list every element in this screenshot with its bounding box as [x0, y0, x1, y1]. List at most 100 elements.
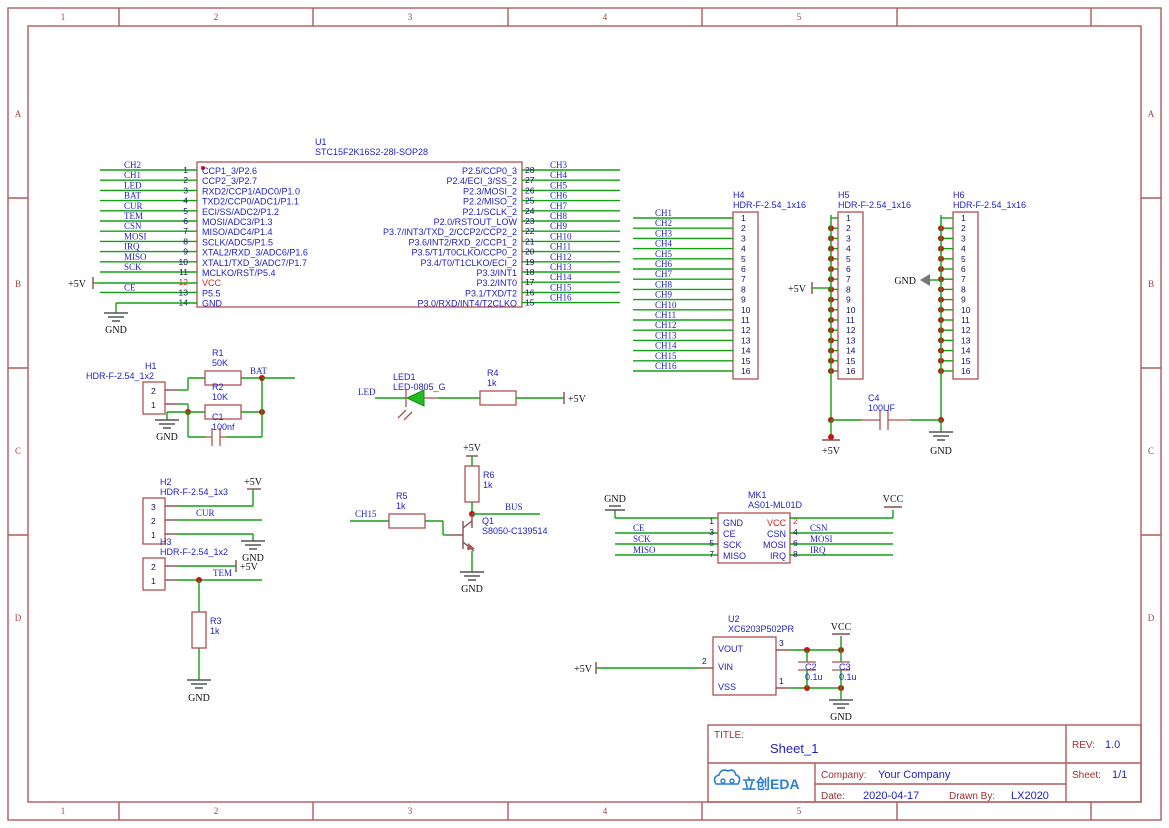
u1-right-net-label: CH7 — [550, 201, 568, 211]
u1-left-net-label: CH2 — [124, 160, 141, 170]
h5-pin-number: 12 — [846, 325, 856, 335]
u1-right-pin-name: P2.0/RSTOUT_LOW — [434, 217, 518, 227]
h5-rail-label: +5V — [822, 446, 841, 457]
h4-net-label: CH9 — [655, 290, 673, 300]
mk1-left-net-label: SCK — [633, 534, 651, 544]
mk1-right-pin-number: 4 — [793, 527, 798, 537]
component-r4-resistor[interactable]: R4 1k +5V — [479, 368, 587, 406]
frame-col-bot-2: 2 — [214, 806, 219, 816]
frame-col-top-1: 1 — [61, 12, 66, 22]
u1-right-net-label: CH6 — [550, 191, 568, 201]
h6-pin-number: 3 — [961, 233, 966, 243]
h4-net-label: CH10 — [655, 300, 677, 310]
h6-pin-number: 10 — [961, 305, 971, 315]
mk1-right-net-label: MOSI — [810, 534, 833, 544]
frame-row-left-A: A — [15, 109, 22, 119]
c3-value: 0.1u — [839, 672, 857, 682]
sheet-value: 1/1 — [1112, 769, 1127, 781]
u1-right-pin-number: 28 — [525, 165, 535, 175]
mk1-left-pin-name: CE — [723, 529, 736, 539]
u2-part: XC6203P502PR — [728, 624, 795, 634]
h6-pin-number: 2 — [961, 223, 966, 233]
component-led1[interactable]: LED LED1 LED-0805_G — [358, 372, 480, 421]
led1-part: LED-0805_G — [393, 382, 446, 392]
c2-value: 0.1u — [805, 672, 823, 682]
mk1-left-net-label: MISO — [633, 545, 656, 555]
mk1-right-net-label: CSN — [810, 523, 828, 533]
component-r5-resistor[interactable]: CH15 R5 1k — [350, 491, 449, 536]
u1-right-pin-number: 22 — [525, 226, 535, 236]
component-c3-cap[interactable]: C3 0.1u — [832, 650, 857, 688]
component-r1-resistor[interactable]: R1 50K — [204, 348, 242, 386]
h4-pin-number: 2 — [741, 223, 746, 233]
rev-value: 1.0 — [1105, 739, 1120, 751]
u1-left-pin-number: 3 — [183, 185, 188, 195]
u1-left-pin-number: 2 — [183, 175, 188, 185]
u1-left-pin-name: MOSI/ADC3/P1.3 — [202, 217, 273, 227]
u1-right-pin-name: P2.4/ECI_3/SS_2 — [446, 176, 517, 186]
h6-pin-number: 1 — [961, 213, 966, 223]
component-h3-header[interactable]: H3 HDR-F-2.54_1x2 2 1 — [142, 537, 228, 591]
mk1-right-pin-name: IRQ — [770, 551, 786, 561]
h5-pin-number: 8 — [846, 284, 851, 294]
h5-pin-number: 3 — [846, 233, 851, 243]
u1-right-pin-number: 23 — [525, 216, 535, 226]
u1-right-pin-name: P2.5/CCP0_3 — [462, 166, 517, 176]
u1-right-pin-name: P2.3/MOSI_2 — [463, 186, 517, 196]
u1-right-pin-number: 25 — [525, 196, 535, 206]
u1-right-pin-number: 21 — [525, 236, 535, 246]
mk1-vcc-port-label: VCC — [883, 494, 904, 505]
title-value: Sheet_1 — [770, 741, 818, 756]
r3-ref: R3 — [210, 616, 222, 626]
u1-left-pin-number: 10 — [179, 257, 189, 267]
u1-right-net-label: CH3 — [550, 160, 568, 170]
component-c2-cap[interactable]: C2 0.1u — [798, 650, 823, 688]
u2-pinno-3: 3 — [779, 638, 784, 648]
h5-pin-number: 14 — [846, 346, 856, 356]
sheet-key: Sheet: — [1072, 770, 1101, 781]
h4-pin-number: 1 — [741, 213, 746, 223]
u1-left-net-label: CE — [124, 282, 136, 292]
c4-value: 100UF — [868, 403, 896, 413]
u1-right-pin-number: 26 — [525, 185, 535, 195]
u1-part: STC15F2K16S2-28I-SOP28 — [315, 147, 428, 157]
u1-left-pin-number: 5 — [183, 206, 188, 216]
component-q1-transistor[interactable]: +5V R6 1k BUS Q1 S8050-C139514 GND — [449, 443, 548, 595]
h4-pin-number: 3 — [741, 233, 746, 243]
u1-right-net-label: CH12 — [550, 252, 572, 262]
u1-left-net-label: CUR — [124, 201, 143, 211]
h5-pin-number: 10 — [846, 305, 856, 315]
h6-pin-number: 11 — [961, 315, 970, 325]
u1-right-net-label: CH15 — [550, 282, 572, 292]
frame-row-right-C: C — [1148, 446, 1154, 456]
h3-nets: +5V TEM GND — [178, 560, 262, 704]
h5-pin-number: 16 — [846, 366, 856, 376]
h6-pin-number: 16 — [961, 366, 971, 376]
frame-col-bot-3: 3 — [408, 806, 413, 816]
mk1-gnd-port-label: GND — [604, 494, 626, 505]
u2-pinno-2: 2 — [702, 656, 707, 666]
component-r3-resistor[interactable]: R3 1k — [191, 611, 222, 649]
h4-net-label: CH1 — [655, 208, 672, 218]
h4-pin-number: 8 — [741, 284, 746, 294]
u1-left-pin-number: 7 — [183, 226, 188, 236]
u2-in-port-label: +5V — [574, 664, 593, 675]
u1-right-pin-number: 18 — [525, 267, 535, 277]
r3-gnd-label: GND — [188, 693, 210, 704]
h1-pin-1: 1 — [151, 400, 156, 410]
h4-pin-number: 13 — [741, 335, 751, 345]
component-c4-cap[interactable]: C4 100UF — [831, 393, 941, 430]
c1-value: 100nf — [212, 422, 235, 432]
u1-left-pin-name: MCLKO/RST/P5.4 — [202, 268, 276, 278]
u1-vcc-port-label: +5V — [68, 279, 87, 290]
h4-pin-number: 4 — [741, 244, 746, 254]
component-u2-regulator[interactable]: U2 XC6203P502PR VOUT VIN VSS 3 2 1 — [700, 614, 795, 696]
component-h1-header[interactable]: H1 HDR-F-2.54_1x2 2 1 — [86, 361, 178, 415]
u1-left-pin-number: 4 — [183, 196, 188, 206]
u1-right-pin-name: P3.7/INT3/TXD_2/CCP2/CCP2_2 — [383, 227, 517, 237]
mk1-ref: MK1 — [748, 490, 767, 500]
h5-rail: +5V +5V — [788, 215, 841, 457]
h2-ref: H2 — [160, 477, 172, 487]
frame-row-left-B: B — [15, 279, 21, 289]
r2-ref: R2 — [212, 382, 224, 392]
